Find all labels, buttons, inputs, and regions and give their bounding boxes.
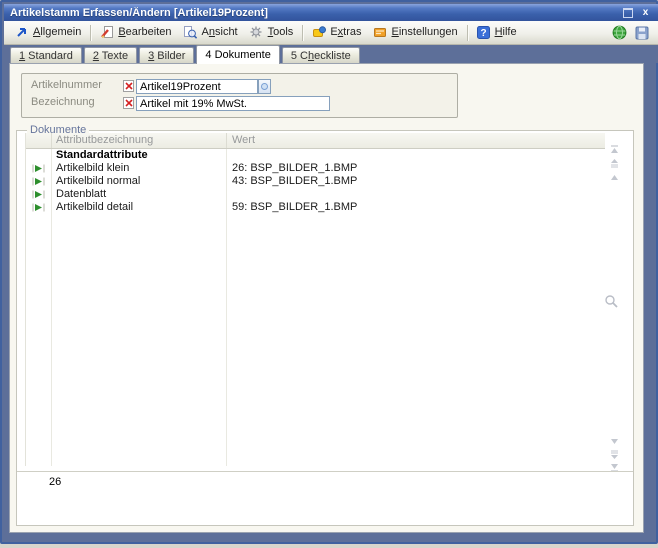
window-title: Artikelstamm Erfassen/Ändern [Artikel19P… xyxy=(10,7,616,19)
table-row[interactable]: Artikelbild detail 59: BSP_BILDER_1.BMP xyxy=(26,201,605,214)
menu-bar: Allgemein Bearbeiten Ansicht Tools xyxy=(4,21,658,45)
menu-label: Allgemein xyxy=(33,26,81,38)
tab-label: 3 Bilder xyxy=(148,50,185,62)
menu-label: Ansicht xyxy=(202,26,238,38)
menu-separator xyxy=(467,25,468,41)
preview-separator xyxy=(17,471,633,472)
attributes-table: Attributbezeichnung Wert Standardattribu… xyxy=(25,133,605,466)
table-header: Attributbezeichnung Wert xyxy=(26,133,605,149)
attribute-name: Standardattribute xyxy=(52,149,227,162)
menu-label: Einstellungen xyxy=(392,26,458,38)
tab-dokumente[interactable]: 4 Dokumente xyxy=(196,45,279,64)
clear-red-x-icon[interactable] xyxy=(123,97,134,109)
attribute-value: 59: BSP_BILDER_1.BMP xyxy=(227,201,605,214)
menu-einstellungen[interactable]: Einstellungen xyxy=(368,23,464,43)
tab-texte[interactable]: 2 Texte xyxy=(84,47,137,63)
title-bar: Artikelstamm Erfassen/Ändern [Artikel19P… xyxy=(4,4,658,21)
clear-red-x-icon[interactable] xyxy=(123,80,134,92)
attachment-green-icon xyxy=(32,190,45,199)
menu-tools[interactable]: Tools xyxy=(244,23,300,43)
tab-label: 2 Texte xyxy=(93,50,128,62)
attribute-value xyxy=(227,188,605,201)
settings-icon xyxy=(373,25,388,40)
column-header-wert: Wert xyxy=(227,133,605,148)
zoom-magnifier-icon[interactable] xyxy=(604,294,618,308)
tab-bilder[interactable]: 3 Bilder xyxy=(139,47,194,63)
globe-icon[interactable] xyxy=(612,25,627,40)
menu-allgemein[interactable]: Allgemein xyxy=(9,23,87,43)
tab-label: 4 Dokumente xyxy=(205,49,270,61)
tab-page-dokumente: Artikelnummer Bezeichnung Dokumente Attr… xyxy=(9,63,644,533)
close-window-button[interactable]: x xyxy=(639,7,652,19)
table-row[interactable]: Artikelbild klein 26: BSP_BILDER_1.BMP xyxy=(26,162,605,175)
scroll-page-up-icon[interactable] xyxy=(608,158,620,169)
view-magnifier-icon xyxy=(183,25,198,40)
table-empty-area xyxy=(26,214,605,466)
attribute-value: 43: BSP_BILDER_1.BMP xyxy=(227,175,605,188)
menu-label: Bearbeiten xyxy=(118,26,171,38)
menu-label: Tools xyxy=(268,26,294,38)
svg-text:?: ? xyxy=(480,28,486,39)
attachment-green-icon xyxy=(32,203,45,212)
attribute-name: Artikelbild detail xyxy=(52,201,227,214)
menu-separator xyxy=(90,25,91,41)
bezeichnung-label: Bezeichnung xyxy=(31,96,95,109)
attachment-green-icon xyxy=(32,177,45,186)
menu-extras[interactable]: Extras xyxy=(306,23,367,43)
selected-value-preview: 26 xyxy=(49,476,61,489)
extras-icon xyxy=(311,25,326,40)
menu-bearbeiten[interactable]: Bearbeiten xyxy=(94,23,177,43)
tab-strip: 1 Standard 2 Texte 3 Bilder 4 Dokumente … xyxy=(4,45,658,63)
edit-icon xyxy=(99,25,114,40)
lookup-button[interactable] xyxy=(258,79,271,94)
table-row[interactable]: Datenblatt xyxy=(26,188,605,201)
scroll-up-icon[interactable] xyxy=(608,172,620,183)
attribute-name: Artikelbild normal xyxy=(52,175,227,188)
help-icon: ? xyxy=(476,25,491,40)
row-indicator-header xyxy=(26,133,52,148)
arrow-up-right-icon xyxy=(14,25,29,40)
attachment-green-icon xyxy=(32,164,45,173)
scroll-page-down-icon[interactable] xyxy=(608,449,620,460)
table-row-category[interactable]: Standardattribute xyxy=(26,149,605,162)
restore-window-button[interactable] xyxy=(621,7,634,19)
tab-standard[interactable]: 1 Standard xyxy=(10,47,82,63)
table-row[interactable]: Artikelbild normal 43: BSP_BILDER_1.BMP xyxy=(26,175,605,188)
menu-hilfe[interactable]: ? Hilfe xyxy=(471,23,523,43)
tab-checkliste[interactable]: 5 Checkliste xyxy=(282,47,360,63)
tools-gear-icon xyxy=(249,25,264,40)
column-header-attributbezeichnung: Attributbezeichnung xyxy=(52,133,227,148)
dokumente-groupbox: Dokumente Attributbezeichnung Wert Stand… xyxy=(16,130,634,526)
restore-icon xyxy=(623,8,633,18)
attribute-name: Artikelbild klein xyxy=(52,162,227,175)
menu-label: Hilfe xyxy=(495,26,517,38)
menu-ansicht[interactable]: Ansicht xyxy=(178,23,244,43)
attribute-value xyxy=(227,149,605,162)
bezeichnung-input[interactable] xyxy=(136,96,330,111)
attribute-name: Datenblatt xyxy=(52,188,227,201)
scroll-down-icon[interactable] xyxy=(608,436,620,447)
menu-label: Extras xyxy=(330,26,361,38)
tab-label: 1 Standard xyxy=(19,50,73,62)
menu-separator xyxy=(302,25,303,41)
app-window: Artikelstamm Erfassen/Ändern [Artikel19P… xyxy=(0,0,658,544)
tab-label: 5 Checkliste xyxy=(291,50,351,62)
close-icon: x xyxy=(643,8,649,18)
artikelnummer-input[interactable] xyxy=(136,79,258,94)
scroll-to-top-icon[interactable] xyxy=(608,144,620,155)
save-icon[interactable] xyxy=(634,25,649,40)
attribute-value: 26: BSP_BILDER_1.BMP xyxy=(227,162,605,175)
artikelnummer-label: Artikelnummer xyxy=(31,79,102,92)
